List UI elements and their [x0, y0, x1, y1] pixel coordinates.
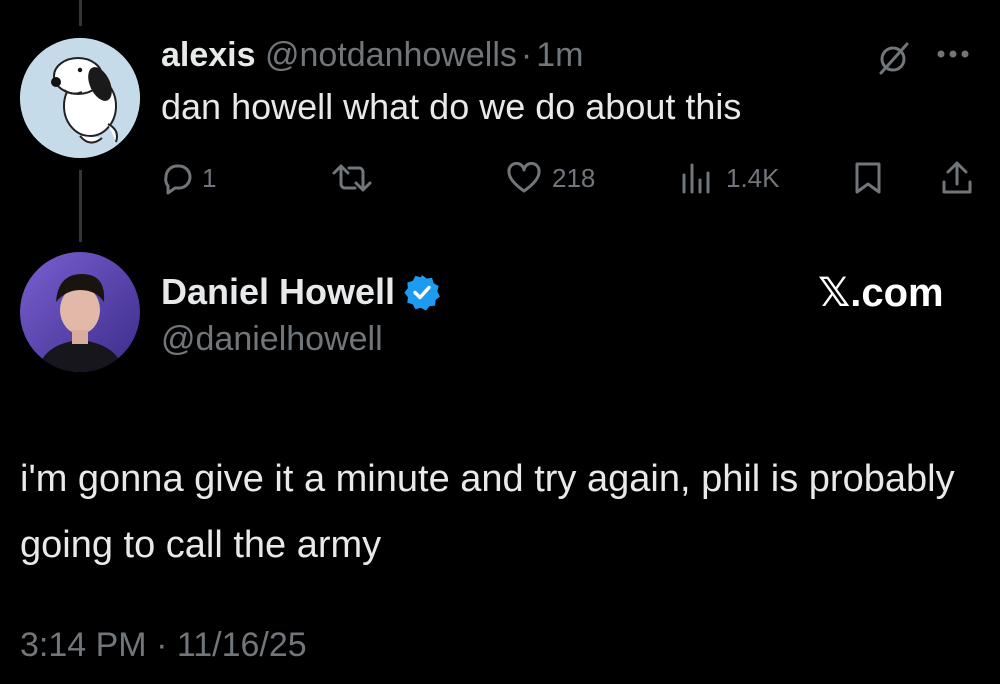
thread-line-top [79, 0, 82, 26]
reply-separator: · [520, 36, 533, 74]
like-icon [506, 161, 542, 195]
thread-line-middle [79, 170, 82, 242]
like-count: 218 [552, 162, 596, 193]
views-action[interactable]: 1.4K [680, 160, 780, 196]
more-icon[interactable] [935, 48, 971, 60]
main-avatar[interactable] [20, 252, 140, 372]
reply-handle[interactable]: @notdanhowells [265, 36, 517, 74]
main-text: i'm gonna give it a minute and try again… [20, 458, 955, 566]
reply-header: alexis @notdanhowells · 1m [161, 36, 583, 76]
reply-icon [160, 161, 194, 195]
main-display-name[interactable]: Daniel Howell [161, 271, 395, 313]
main-timestamp[interactable]: 3:14 PM · 11/16/25 [20, 626, 307, 665]
main-author: Daniel Howell [161, 270, 441, 314]
brand-label: 𝕏.com [818, 271, 944, 315]
reply-display-name[interactable]: alexis [161, 36, 256, 74]
share-icon[interactable] [940, 160, 974, 196]
bookmark-icon[interactable] [853, 161, 883, 195]
reply-time[interactable]: 1m [536, 36, 583, 74]
views-count: 1.4K [726, 162, 780, 193]
like-action[interactable]: 218 [506, 160, 595, 196]
reply-text: dan howell what do we do about this [161, 86, 742, 127]
verified-badge-icon[interactable] [403, 273, 441, 311]
reply-avatar[interactable] [20, 38, 140, 158]
views-icon [680, 161, 712, 195]
reply-count: 1 [202, 162, 217, 193]
grok-icon[interactable] [876, 40, 912, 76]
reply-action[interactable]: 1 [160, 160, 216, 196]
main-handle[interactable]: @danielhowell [161, 320, 383, 359]
retweet-icon [330, 161, 374, 195]
retweet-action[interactable] [330, 160, 384, 196]
